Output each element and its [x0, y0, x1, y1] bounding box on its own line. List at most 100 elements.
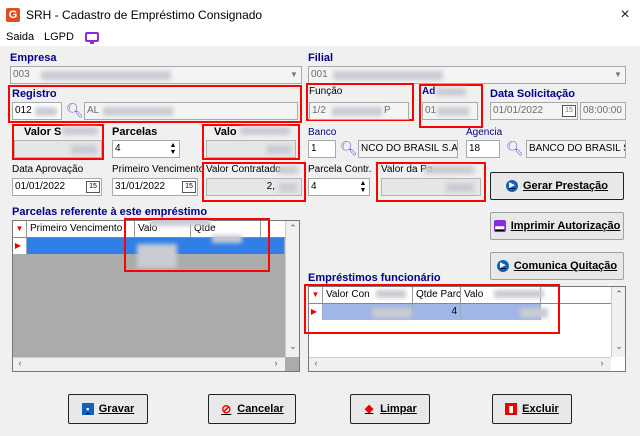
search-icon[interactable]: 🔍︎	[66, 102, 84, 118]
registro-code: 012	[15, 105, 32, 116]
cancelar-label: Cancelar	[237, 403, 284, 415]
empresa-value: 003	[13, 69, 30, 80]
redacted-text	[436, 88, 466, 96]
valor-contratado-value: 2,	[266, 181, 275, 192]
redacted-text	[424, 166, 474, 174]
data-solicitacao-label: Data Solicitação	[490, 88, 575, 100]
menu-saida[interactable]: Saida	[6, 31, 34, 43]
filial-value: 001	[311, 69, 328, 80]
agencia-code-input[interactable]: 18	[466, 140, 500, 158]
agencia-name-field: BANCO DO BRASIL S	[526, 140, 626, 158]
close-icon[interactable]: ×	[610, 2, 640, 28]
scroll-down-icon[interactable]: ⌄	[286, 341, 299, 352]
banco-code-input[interactable]: 1	[308, 140, 336, 158]
cancel-icon: ⊘	[221, 402, 232, 416]
parcela-contr-value: 4	[311, 181, 317, 192]
gerar-prestacao-button[interactable]: ▶ Gerar Prestação	[490, 172, 624, 200]
scroll-right-icon[interactable]: ›	[595, 358, 609, 368]
redacted-text	[332, 107, 382, 116]
cancelar-button[interactable]: ⊘ Cancelar	[208, 394, 296, 424]
parcelas-value: 4	[115, 143, 121, 154]
scroll-down-icon[interactable]: ⌄	[612, 341, 625, 352]
redacted-text	[62, 127, 98, 135]
comunica-quitacao-label: Comunica Quitação	[513, 260, 618, 272]
floppy-disk-icon: ▪	[81, 403, 94, 415]
primeiro-vencimento-input[interactable]: 31/01/2022 15	[112, 178, 198, 196]
empresa-select[interactable]: 003 ▼	[10, 66, 302, 84]
empresa-label: Empresa	[10, 52, 57, 64]
admissao-field: 01	[422, 102, 478, 120]
menu-lgpd[interactable]: LGPD	[44, 31, 74, 43]
parcela-contr-spinner[interactable]: 4 ▲ ▼	[308, 178, 370, 196]
scroll-up-icon[interactable]: ⌃	[612, 289, 625, 300]
redacted-text	[333, 71, 443, 80]
calendar-icon[interactable]: 15	[86, 181, 100, 193]
valor-s-label: Valor S	[24, 126, 62, 138]
filial-label: Filial	[308, 52, 334, 64]
valor-contratado-label: Valor Contratado	[206, 164, 281, 175]
registro-name: AL	[87, 105, 100, 116]
filial-select[interactable]: 001 ▼	[308, 66, 626, 84]
col-primeiro-vencimento[interactable]: Primeiro Vencimento	[27, 221, 135, 237]
admissao-value: 01	[425, 105, 437, 116]
horizontal-scrollbar[interactable]: ‹ ›	[13, 357, 285, 371]
registro-code-input[interactable]: 012	[12, 102, 62, 120]
banco-code: 1	[311, 143, 317, 154]
printer-icon: ▬	[493, 220, 506, 232]
scroll-left-icon[interactable]: ‹	[309, 358, 323, 368]
redacted-text	[41, 71, 171, 80]
primeiro-vencimento-label: Primeiro Vencimento	[112, 164, 205, 175]
spinner-arrows-icon[interactable]: ▲ ▼	[358, 180, 368, 194]
valor-field	[206, 140, 296, 158]
app-icon: G	[6, 8, 20, 22]
agencia-code: 18	[469, 143, 481, 154]
redacted-text	[278, 166, 298, 174]
parcelas-grid-title: Parcelas referente à este empréstimo	[12, 206, 208, 218]
data-solicitacao-time[interactable]: 08:00:00	[580, 102, 626, 120]
comunica-quitacao-button[interactable]: ▶ Comunica Quitação	[490, 252, 624, 280]
calendar-icon[interactable]: 15	[182, 181, 196, 193]
scroll-left-icon[interactable]: ‹	[13, 358, 27, 368]
registro-label: Registro	[12, 88, 57, 100]
primeiro-vencimento-value: 31/01/2022	[115, 181, 166, 192]
chevron-down-icon[interactable]: ▼	[611, 67, 625, 83]
scroll-up-icon[interactable]: ⌃	[286, 223, 299, 234]
scroll-right-icon[interactable]: ›	[269, 358, 283, 368]
search-icon[interactable]: 🔍︎	[506, 140, 524, 156]
emprestimos-grid-title: Empréstimos funcionário	[308, 272, 441, 284]
agencia-name: BANCO DO BRASIL S	[529, 143, 626, 154]
imprimir-autorizacao-label: Imprimir Autorização	[510, 220, 621, 232]
registro-name-field: AL	[84, 102, 298, 120]
eraser-icon: ◆	[364, 403, 374, 415]
data-solicitacao-date[interactable]: 01/01/2022 15	[490, 102, 578, 120]
imprimir-autorizacao-button[interactable]: ▬ Imprimir Autorização	[490, 212, 624, 240]
gerar-prestacao-label: Gerar Prestação	[523, 180, 608, 192]
spinner-arrows-icon[interactable]: ▲ ▼	[168, 142, 178, 156]
highlight-box	[304, 284, 560, 334]
parcela-contr-label: Parcela Contr.	[308, 164, 372, 175]
redacted-text	[279, 183, 297, 192]
valor-label: Valo	[214, 126, 237, 138]
redacted-text	[267, 145, 291, 154]
parcelas-spinner[interactable]: 4 ▲ ▼	[112, 140, 180, 158]
limpar-button[interactable]: ◆ Limpar	[350, 394, 430, 424]
horizontal-scrollbar[interactable]: ‹ ›	[309, 357, 611, 371]
data-aprovacao-input[interactable]: 01/01/2022 15	[12, 178, 102, 196]
chevron-down-icon[interactable]: ▼	[287, 67, 301, 83]
vertical-scrollbar[interactable]: ⌃ ⌄	[285, 221, 299, 357]
parcelas-label: Parcelas	[112, 126, 158, 138]
gravar-button[interactable]: ▪ Gravar	[68, 394, 148, 424]
play-icon: ▶	[506, 180, 518, 192]
banco-name: NCO DO BRASIL S.A.	[361, 143, 458, 154]
monitor-icon[interactable]	[85, 32, 99, 44]
calendar-icon[interactable]: 15	[562, 105, 576, 117]
limpar-label: Limpar	[380, 403, 417, 415]
redacted-text	[35, 107, 57, 116]
vertical-scrollbar[interactable]: ⌃ ⌄	[611, 287, 625, 357]
gravar-label: Gravar	[98, 403, 135, 415]
search-icon[interactable]: 🔍︎	[340, 140, 358, 156]
play-icon: ▶	[496, 260, 509, 272]
excluir-button[interactable]: ▮ Excluir	[492, 394, 572, 424]
redacted-text	[240, 127, 290, 135]
valor-contratado-field: 2,	[206, 178, 302, 196]
